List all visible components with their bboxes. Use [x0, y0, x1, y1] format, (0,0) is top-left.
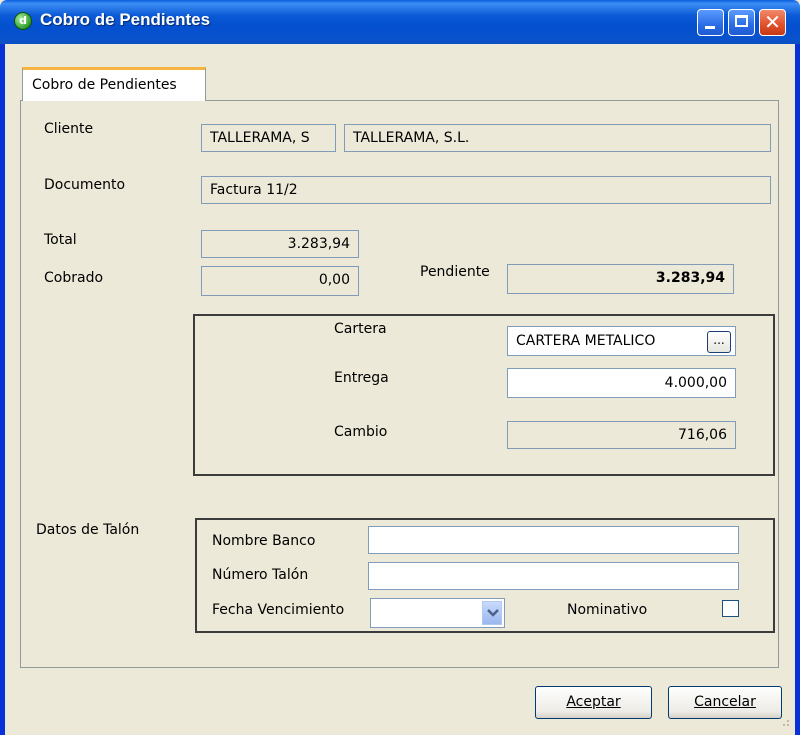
dialog-window: d Cobro de Pendientes ✕ Cobro de Pendien… — [0, 0, 800, 735]
cartera-field[interactable]: CARTERA METALICO — [507, 326, 736, 356]
nominativo-label: Nominativo — [567, 602, 648, 618]
close-button[interactable]: ✕ — [759, 9, 786, 36]
entrega-label: Entrega — [334, 370, 389, 386]
cliente-label: Cliente — [44, 121, 94, 137]
window-title: Cobro de Pendientes — [40, 10, 211, 29]
aceptar-button-label: Aceptar — [566, 694, 621, 710]
cartera-browse-button[interactable]: ... — [707, 331, 731, 353]
window-frame-left — [0, 44, 5, 735]
maximize-button[interactable] — [728, 9, 755, 36]
cobrado-field[interactable]: 0,00 — [201, 266, 359, 296]
documento-label: Documento — [44, 177, 126, 193]
title-bar[interactable]: d Cobro de Pendientes ✕ — [0, 0, 800, 44]
tab-cobro-de-pendientes[interactable]: Cobro de Pendientes — [22, 67, 206, 101]
fecha-dropdown-button[interactable] — [482, 601, 502, 625]
total-label: Total — [44, 232, 77, 248]
cancelar-button-label: Cancelar — [694, 694, 756, 710]
total-field[interactable]: 3.283,94 — [201, 230, 359, 258]
pendiente-field[interactable]: 3.283,94 — [507, 264, 734, 294]
nombre-banco-label: Nombre Banco — [212, 533, 316, 549]
cliente-name-field[interactable]: TALLERAMA, S.L. — [344, 124, 771, 152]
numero-talon-label: Número Talón — [212, 567, 309, 583]
nominativo-checkbox[interactable] — [722, 600, 739, 617]
cobrado-label: Cobrado — [44, 270, 104, 286]
cartera-label: Cartera — [334, 321, 387, 337]
window-frame-right — [795, 44, 800, 735]
minimize-icon — [705, 26, 715, 29]
cambio-field[interactable]: 716,06 — [507, 421, 736, 449]
fecha-vencimiento-label: Fecha Vencimiento — [212, 602, 345, 618]
tab-label: Cobro de Pendientes — [32, 77, 177, 93]
numero-talon-field[interactable] — [368, 562, 739, 590]
cliente-code-field[interactable]: TALLERAMA, S — [201, 124, 336, 152]
minimize-button[interactable] — [697, 9, 724, 36]
cambio-label: Cambio — [334, 424, 388, 440]
app-icon: d — [14, 12, 32, 30]
close-icon: ✕ — [764, 10, 781, 34]
cancelar-button[interactable]: Cancelar — [668, 686, 782, 719]
pendiente-label: Pendiente — [420, 264, 490, 280]
aceptar-button[interactable]: Aceptar — [535, 686, 652, 719]
datos-talon-label: Datos de Talón — [36, 522, 140, 538]
documento-field[interactable]: Factura 11/2 — [201, 176, 771, 204]
chevron-down-icon — [487, 609, 499, 617]
entrega-field[interactable]: 4.000,00 — [507, 368, 736, 398]
resize-grip-icon[interactable] — [778, 715, 790, 727]
maximize-icon — [735, 15, 748, 27]
nombre-banco-field[interactable] — [368, 526, 739, 554]
